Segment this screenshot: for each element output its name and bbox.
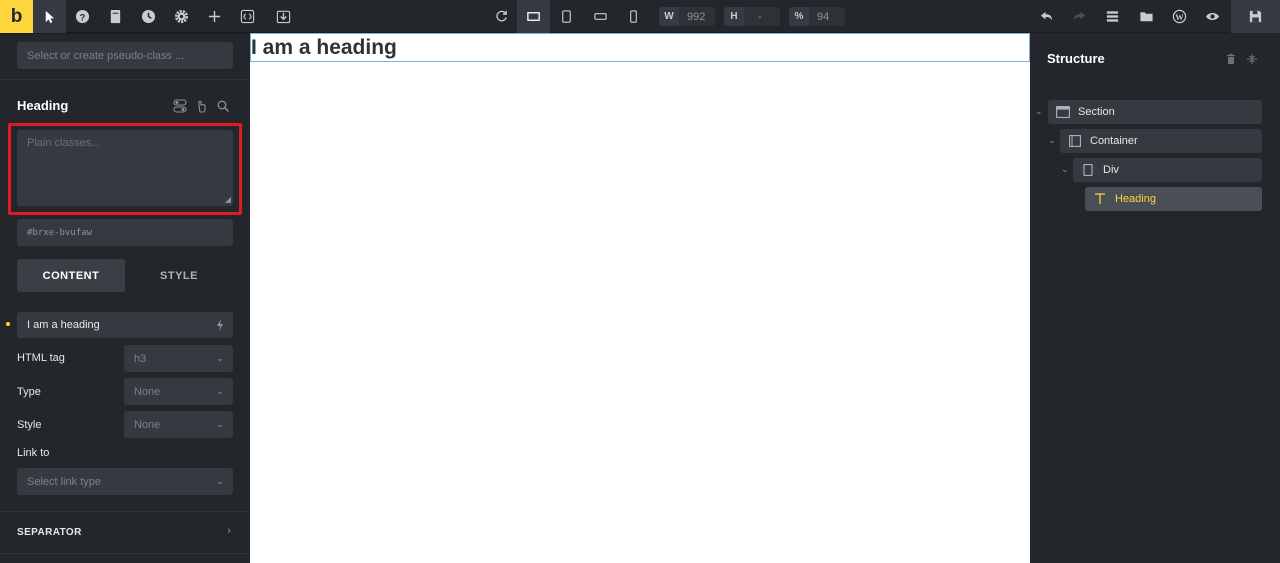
code-icon[interactable]: [231, 0, 264, 33]
element-id-field[interactable]: #brxe-bvufaw: [17, 219, 233, 246]
svg-text:?: ?: [80, 12, 86, 22]
structure-item-div[interactable]: Div: [1073, 158, 1262, 182]
redo-icon[interactable]: [1063, 0, 1096, 33]
trash-icon[interactable]: [1225, 52, 1237, 64]
template-import-icon[interactable]: [267, 0, 300, 33]
top-toolbar: b ? W 992 H - % 94 W: [0, 0, 1280, 33]
container-icon: [1068, 135, 1082, 147]
divider: [0, 79, 249, 80]
mobile-landscape-icon[interactable]: [584, 0, 617, 33]
link-to-label: Link to: [17, 447, 50, 459]
heading-text-icon: [1093, 193, 1107, 205]
structure-layers-icon[interactable]: [1096, 0, 1129, 33]
html-tag-label: HTML tag: [17, 352, 65, 364]
type-select[interactable]: None ⌄: [124, 378, 233, 405]
structure-item-label: Heading: [1115, 193, 1156, 205]
mobile-portrait-icon[interactable]: [617, 0, 650, 33]
builder-canvas[interactable]: I am a heading: [250, 33, 1030, 563]
highlight-annotation: [8, 123, 242, 215]
structure-item-container[interactable]: Container: [1060, 129, 1262, 153]
canvas-heading[interactable]: I am a heading: [250, 33, 1030, 62]
pages-icon[interactable]: [99, 0, 132, 33]
zoom-input[interactable]: % 94: [789, 7, 845, 26]
html-tag-select[interactable]: h3 ⌄: [124, 345, 233, 372]
heading-text-value: I am a heading: [27, 319, 100, 331]
tab-content[interactable]: CONTENT: [17, 259, 125, 292]
separator-label: SEPARATOR: [17, 527, 82, 538]
element-panel: Select or create pseudo-class ... Headin…: [0, 33, 249, 563]
chevron-down-icon: ⌄: [216, 386, 224, 396]
structure-item-heading[interactable]: Heading: [1085, 187, 1262, 211]
tab-style[interactable]: STYLE: [125, 259, 233, 292]
width-label: W: [659, 7, 679, 26]
interaction-hand-icon[interactable]: [195, 99, 209, 113]
expand-caret-icon[interactable]: ⌄: [1035, 106, 1043, 117]
section-icon: [1056, 106, 1070, 118]
structure-item-section[interactable]: Section: [1048, 100, 1262, 124]
link-type-select[interactable]: Select link type ⌄: [17, 468, 233, 495]
structure-item-label: Div: [1103, 164, 1119, 176]
style-label: Style: [17, 419, 42, 431]
heading-text-input[interactable]: I am a heading: [17, 312, 233, 338]
search-icon[interactable]: [216, 99, 230, 113]
add-element-icon[interactable]: [198, 0, 231, 33]
help-icon[interactable]: ?: [66, 0, 99, 33]
width-value: 992: [687, 10, 706, 23]
changed-indicator-dot: [6, 322, 10, 326]
pseudo-class-input[interactable]: Select or create pseudo-class ...: [17, 42, 233, 69]
save-icon[interactable]: [1231, 0, 1280, 33]
structure-item-label: Section: [1078, 106, 1115, 118]
pseudo-class-placeholder: Select or create pseudo-class ...: [27, 49, 185, 62]
divider: [0, 33, 249, 34]
type-label: Type: [17, 386, 41, 398]
history-icon[interactable]: [132, 0, 165, 33]
chevron-down-icon: ⌄: [216, 419, 224, 429]
undo-icon[interactable]: [1030, 0, 1063, 33]
expand-caret-icon[interactable]: ⌄: [1061, 164, 1069, 175]
type-value: None: [134, 385, 161, 398]
divider: [0, 553, 249, 554]
tablet-portrait-icon[interactable]: [550, 0, 583, 33]
folder-icon[interactable]: [1130, 0, 1163, 33]
collapse-all-icon[interactable]: [1246, 52, 1258, 64]
toggle-icon[interactable]: [173, 99, 187, 113]
div-icon: [1081, 164, 1095, 176]
wordpress-icon[interactable]: W: [1163, 0, 1196, 33]
separator-section-header[interactable]: SEPARATOR ›: [0, 512, 249, 553]
style-value: None: [134, 418, 161, 431]
zoom-value: 94: [817, 10, 830, 23]
bricks-logo[interactable]: b: [0, 0, 33, 33]
link-type-placeholder: Select link type: [27, 475, 101, 488]
width-input[interactable]: W 992: [659, 7, 715, 26]
desktop-breakpoint-icon[interactable]: [517, 0, 550, 33]
element-title: Heading: [17, 98, 69, 113]
structure-item-label: Container: [1090, 135, 1138, 147]
chevron-right-icon: ›: [227, 525, 231, 537]
style-select[interactable]: None ⌄: [124, 411, 233, 438]
svg-text:W: W: [1175, 12, 1184, 22]
chevron-down-icon: ⌄: [216, 353, 224, 363]
zoom-label: %: [789, 7, 809, 26]
settings-gear-icon[interactable]: [165, 0, 198, 33]
structure-panel: Structure ⌄ Section ⌄ Container ⌄ Div He…: [1031, 33, 1280, 563]
structure-title: Structure: [1047, 51, 1105, 66]
select-cursor-icon[interactable]: [33, 0, 66, 33]
height-input[interactable]: H -: [724, 7, 780, 26]
html-tag-value: h3: [134, 352, 147, 365]
dynamic-data-bolt-icon[interactable]: [215, 318, 225, 332]
refresh-icon[interactable]: [485, 0, 518, 33]
chevron-down-icon: ⌄: [216, 476, 224, 486]
element-id-value: #brxe-bvufaw: [27, 227, 93, 238]
preview-eye-icon[interactable]: [1196, 0, 1229, 33]
height-label: H: [724, 7, 744, 26]
expand-caret-icon[interactable]: ⌄: [1048, 135, 1056, 146]
height-value: -: [758, 10, 762, 23]
